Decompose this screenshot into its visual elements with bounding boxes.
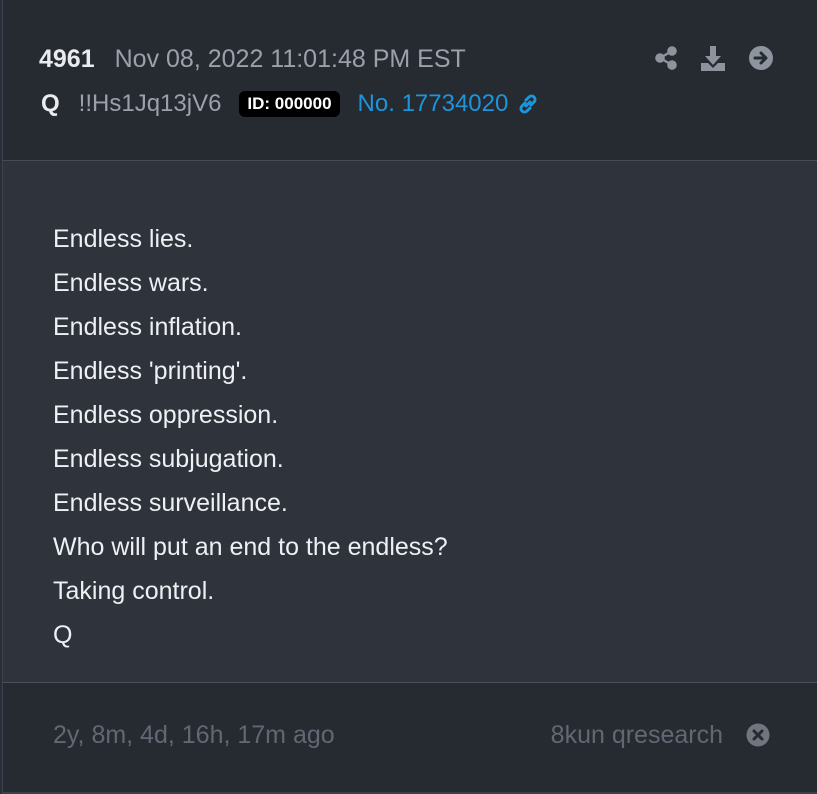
post-link[interactable]: No. 17734020 bbox=[358, 90, 541, 118]
post-line: Taking control. bbox=[53, 577, 215, 605]
post-line: Endless inflation. bbox=[53, 313, 243, 341]
post-date: Nov 08, 2022 11:01:48 PM EST bbox=[114, 44, 466, 73]
post-header: 4961 Nov 08, 2022 11:01:48 PM EST Q !!Hs… bbox=[3, 0, 817, 161]
source-label: 8kun qresearch bbox=[550, 721, 723, 749]
post-line: Endless 'printing'. bbox=[53, 357, 248, 385]
post-text: Endless lies. Endless wars. Endless infl… bbox=[53, 217, 448, 657]
post-footer: 2y, 8m, 4d, 16h, 17m ago 8kun qresearch bbox=[3, 683, 817, 792]
post-line: Who will put an end to the endless? bbox=[53, 533, 448, 561]
post-line: Endless wars. bbox=[53, 269, 209, 297]
download-icon[interactable] bbox=[700, 44, 726, 72]
post-author-row: Q !!Hs1Jq13jV6 ID: 000000 No. 17734020 bbox=[41, 86, 540, 122]
post-line: Endless oppression. bbox=[53, 401, 279, 429]
link-icon bbox=[516, 92, 540, 116]
share-icon[interactable] bbox=[654, 46, 678, 70]
times-circle-icon[interactable] bbox=[746, 723, 770, 747]
post-line: Endless lies. bbox=[53, 225, 194, 253]
post-meta-row: 4961 Nov 08, 2022 11:01:48 PM EST bbox=[39, 42, 466, 76]
arrow-circle-right-icon[interactable] bbox=[748, 45, 774, 71]
post-line: Endless subjugation. bbox=[53, 445, 284, 473]
post-line: Q bbox=[53, 621, 73, 649]
post-line: Endless surveillance. bbox=[53, 489, 288, 517]
author-name: Q bbox=[41, 90, 60, 117]
header-actions bbox=[632, 44, 774, 72]
elapsed-time: 2y, 8m, 4d, 16h, 17m ago bbox=[53, 721, 335, 749]
post-card: 4961 Nov 08, 2022 11:01:48 PM EST Q !!Hs… bbox=[2, 0, 817, 794]
post-body: Endless lies. Endless wars. Endless infl… bbox=[3, 161, 817, 683]
tripcode: !!Hs1Jq13jV6 bbox=[78, 90, 222, 117]
post-link-label: No. 17734020 bbox=[357, 90, 509, 117]
post-number: 4961 bbox=[39, 44, 95, 73]
id-badge: ID: 000000 bbox=[239, 91, 340, 117]
